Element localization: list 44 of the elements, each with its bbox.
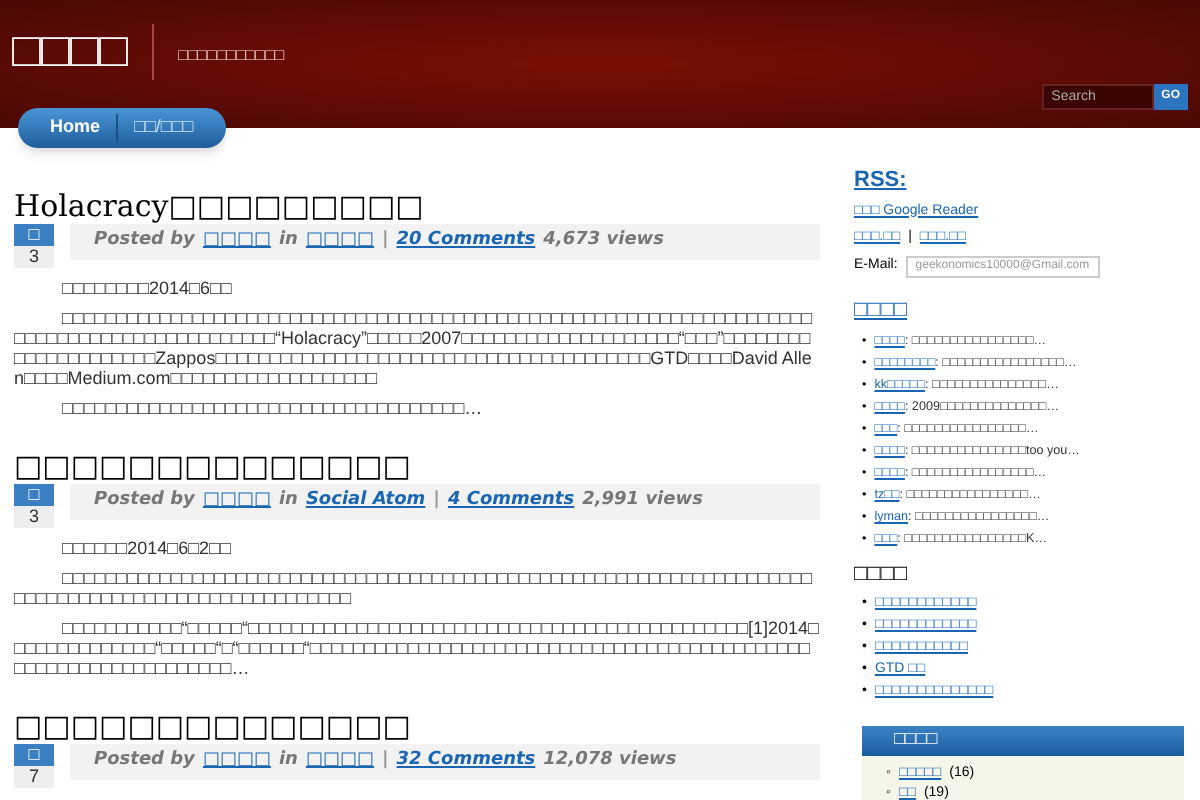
in-label: in (278, 488, 298, 515)
author-link[interactable]: □□□□ (202, 228, 271, 256)
author-link[interactable]: □□□□ (202, 488, 271, 516)
posted-by-label: Posted by (94, 488, 195, 515)
post-title[interactable]: Holacracy□□□□□□□□□ (14, 188, 820, 224)
author-link[interactable]: □□□□ (202, 748, 271, 776)
category-link[interactable]: Social Atom (305, 488, 426, 516)
nav-link[interactable]: □□/□□□ (116, 114, 194, 142)
separator: | (433, 488, 440, 515)
post-paragraph: □□□□□□□□□□□□□□□□□□□□□□□□□□□□□□□□□□□□□□□□□□□□□□□□□□□□□□□□□□□□□□□□□□□□□□□□□□□□□□□□□□□□□□□□□□□□□“Holacracy”□□□□□2007□□□□□□□□□□□□□□□□□□□□“□□□”□□□□□□□□□□□□□□□□□□□□□Zappos□□□□□□□□□□□□□□□□□□□□□□□□□□□□□□□□□□□□□□□□GTD□□□□David Allen□□□□Medium.com□□□□□□□□□□□□□□□□□□□ (14, 308, 815, 388)
view-count: 4,673 views (543, 228, 664, 255)
date-day: 3 (14, 246, 54, 268)
post-paragraph: □□□□□□□□2014□6□□ (60, 278, 234, 298)
date-month: □ (14, 744, 54, 766)
view-count: 2,991 views (582, 488, 703, 515)
post-title[interactable]: □□□□□□□□□□□□□□ (14, 708, 820, 744)
posted-by-label: Posted by (94, 228, 195, 255)
comments-link[interactable]: 32 Comments (396, 748, 536, 776)
widget-title-bar: □□□□ (862, 725, 1184, 755)
section-heading: □□□□ (854, 560, 910, 590)
post-title[interactable]: □□□□□□□□□□□□□□ (14, 448, 820, 484)
in-label: in (278, 228, 298, 255)
separator: | (381, 228, 389, 255)
separator: | (381, 748, 389, 775)
post-paragraph: □□□□□□2014□6□2□□ (60, 538, 233, 558)
nav-link[interactable]: Home (50, 114, 101, 142)
posted-by-label: Posted by (94, 748, 195, 775)
post-paragraph: □□□□□□□□□□□“□□□□□“□□□□□□□□□□□□□□□□□□□□□□□□□□□□□□□□□□□□□□□□□□□□□□[1]2014□□□□□□□□□□□□□□“□□□□□“□“□□□□□□“□□□□□□□□□□□□□□□□□□□□□□□□□□□□□□□□□□□□□□□□□□□□□□□□□□□□□□□□□□□□□□□□□□… (14, 618, 820, 678)
date-day: 3 (14, 506, 54, 528)
view-count: 12,078 views (543, 748, 677, 775)
site-tagline: □□□□□□□□□□□ (177, 44, 285, 68)
date-month: □ (14, 484, 54, 506)
date-month: □ (14, 224, 54, 246)
date-day: 7 (14, 766, 54, 788)
section-heading[interactable]: □□□□ (854, 293, 1200, 326)
comments-link[interactable]: 4 Comments (447, 488, 575, 516)
site-logo[interactable]: □□□□ (12, 24, 128, 80)
comments-link[interactable]: 20 Comments (396, 228, 536, 256)
post-paragraph: □□□□□□□□□□□□□□□□□□□□□□□□□□□□□□□□□□□□□… (60, 398, 485, 418)
post-paragraph: □□□□□□□□□□□□□□□□□□□□□□□□□□□□□□□□□□□□□□□□□□□□□□□□□□□□□□□□□□□□□□□□□□□□□□□□□□□□□□□□□□□□□□□□□□□□□□□□□□□□ (14, 568, 815, 608)
rss-heading[interactable]: RSS: (854, 164, 1200, 197)
category-link[interactable]: □□□□ (305, 228, 374, 256)
in-label: in (278, 748, 298, 775)
category-link[interactable]: □□□□ (305, 748, 374, 776)
